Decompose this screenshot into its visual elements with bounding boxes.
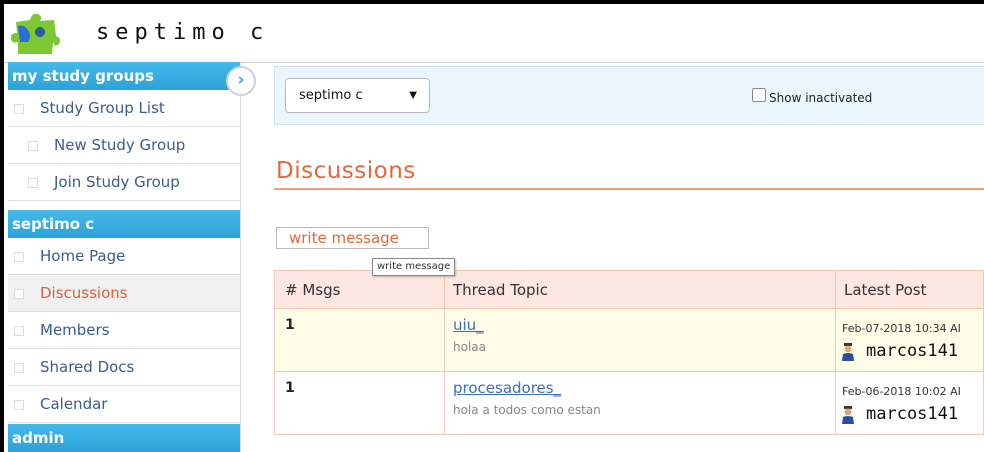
cell-topic: procesadores_ hola a todos como estan bbox=[445, 372, 836, 434]
sidebar-item-label: Discussions bbox=[40, 284, 128, 302]
sidebar-item-discussions[interactable]: Discussions bbox=[8, 275, 240, 312]
sidebar-section-septimo-c[interactable]: septimo c bbox=[8, 210, 240, 238]
sidebar-section-admin[interactable]: admin bbox=[8, 424, 240, 452]
sidebar-item-label: Shared Docs bbox=[40, 358, 135, 376]
cell-latest-post: Feb-06-2018 10:02 AI marcos141 bbox=[836, 372, 984, 434]
latest-post-username: marcos141 bbox=[866, 341, 959, 361]
sidebar-item-shared-docs[interactable]: Shared Docs bbox=[8, 349, 240, 386]
thread-topic-link[interactable]: uiu_ bbox=[453, 316, 484, 334]
latest-post-username: marcos141 bbox=[866, 404, 959, 424]
sidebar-item-new-study-group[interactable]: New Study Group bbox=[8, 127, 240, 164]
study-group-select[interactable]: septimo c ▼ bbox=[285, 78, 430, 113]
app-title: septimo c bbox=[96, 20, 270, 45]
sidebar-item-members[interactable]: Members bbox=[8, 312, 240, 349]
write-message-button[interactable]: write message bbox=[276, 227, 429, 249]
app-header: septimo c bbox=[4, 4, 984, 63]
sidebar: my study groups Study Group List New Stu… bbox=[8, 62, 241, 452]
bullet-icon bbox=[14, 363, 24, 373]
column-header-thread-topic[interactable]: Thread Topic bbox=[445, 271, 836, 308]
show-inactivated-label: Show inactivated bbox=[769, 91, 873, 105]
bullet-icon bbox=[28, 178, 38, 188]
thread-preview: holaa bbox=[453, 340, 486, 354]
thread-preview: hola a todos como estan bbox=[453, 403, 601, 417]
bullet-icon bbox=[14, 289, 24, 299]
sidebar-item-label: Calendar bbox=[40, 395, 108, 413]
user-icon bbox=[842, 406, 854, 424]
sidebar-item-label: Study Group List bbox=[40, 99, 165, 117]
sidebar-section-my-study-groups[interactable]: my study groups bbox=[8, 62, 240, 90]
sidebar-item-label: New Study Group bbox=[54, 136, 186, 154]
sidebar-item-join-study-group[interactable]: Join Study Group bbox=[8, 164, 240, 201]
bullet-icon bbox=[14, 400, 24, 410]
study-group-select-value: septimo c bbox=[299, 88, 363, 103]
user-icon bbox=[842, 343, 854, 361]
app-window: septimo c my study groups Study Group Li… bbox=[4, 4, 984, 452]
chevron-right-icon: › bbox=[237, 70, 245, 90]
sidebar-item-study-group-list[interactable]: Study Group List bbox=[8, 90, 240, 127]
sidebar-item-label: Join Study Group bbox=[54, 173, 180, 191]
sidebar-item-label: Members bbox=[40, 321, 110, 339]
latest-post-date: Feb-07-2018 10:34 AI bbox=[842, 322, 961, 335]
caret-down-icon: ▼ bbox=[409, 90, 417, 101]
bullet-icon bbox=[14, 326, 24, 336]
column-header-latest-post[interactable]: Latest Post bbox=[836, 271, 984, 308]
latest-post-date: Feb-06-2018 10:02 AI bbox=[842, 385, 961, 398]
msg-count: 1 bbox=[285, 317, 295, 333]
sidebar-item-home-page[interactable]: Home Page bbox=[8, 238, 240, 275]
msg-count: 1 bbox=[285, 380, 295, 396]
column-header-msgs[interactable]: # Msgs bbox=[275, 271, 445, 308]
sidebar-item-calendar[interactable]: Calendar bbox=[8, 386, 240, 423]
cell-latest-post: Feb-07-2018 10:34 AI marcos141 bbox=[836, 309, 984, 371]
sidebar-collapse-button[interactable]: › bbox=[226, 66, 256, 96]
group-toolbar: septimo c ▼ Show inactivated bbox=[274, 66, 984, 125]
cell-msgs: 1 bbox=[275, 309, 445, 371]
sidebar-item-label: Home Page bbox=[40, 247, 126, 265]
bullet-icon bbox=[28, 141, 38, 151]
thread-topic-link[interactable]: procesadores_ bbox=[453, 379, 561, 397]
title-divider bbox=[274, 188, 984, 190]
bullet-icon bbox=[14, 104, 24, 114]
show-inactivated-checkbox[interactable] bbox=[752, 88, 766, 102]
puzzle-logo-icon bbox=[10, 13, 60, 55]
table-row: 1 procesadores_ hola a todos como estan … bbox=[274, 372, 984, 435]
page-title: Discussions bbox=[276, 158, 416, 184]
bullet-icon bbox=[14, 252, 24, 262]
cell-topic: uiu_ holaa bbox=[445, 309, 836, 371]
cell-msgs: 1 bbox=[275, 372, 445, 434]
table-row: 1 uiu_ holaa Feb-07-2018 10:34 AI marcos… bbox=[274, 309, 984, 372]
write-message-tooltip: write message bbox=[372, 258, 456, 276]
show-inactivated-toggle[interactable]: Show inactivated bbox=[752, 88, 873, 105]
